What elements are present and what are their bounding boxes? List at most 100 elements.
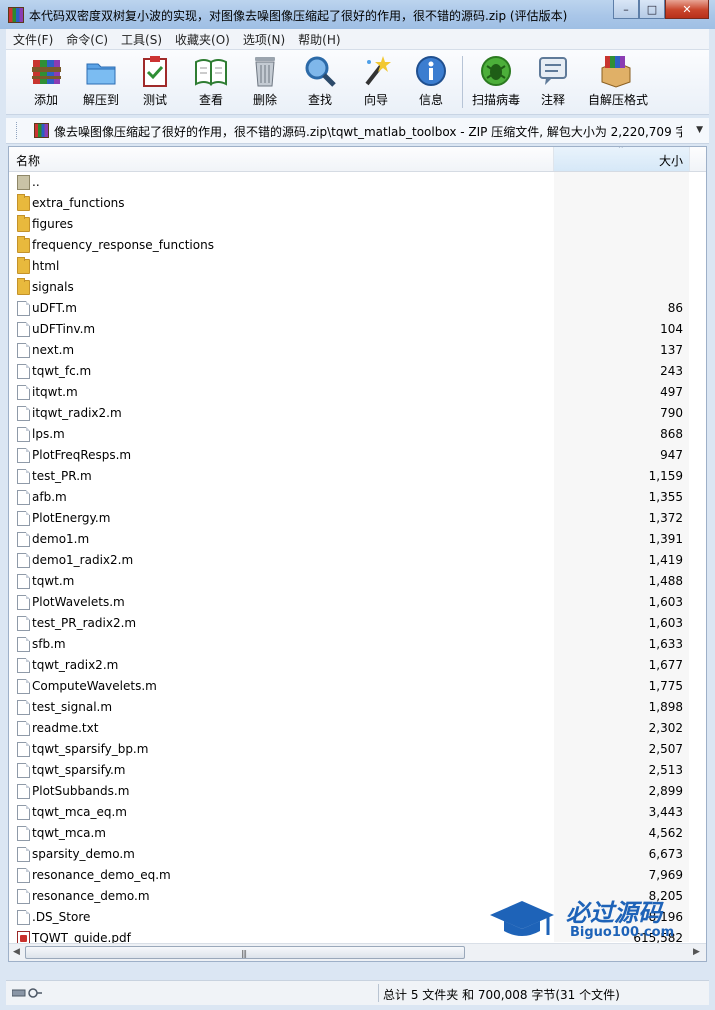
watermark-logo: 必过源码 Biguo100.com bbox=[488, 893, 698, 949]
menu-tools[interactable]: 工具(S) bbox=[114, 29, 168, 49]
table-row[interactable]: uDFT.m 86 bbox=[9, 298, 706, 319]
file-name: uDFT.m bbox=[32, 301, 77, 315]
test-button[interactable]: 测试 bbox=[127, 54, 183, 108]
table-row[interactable]: resonance_demo_eq.m 7,969 bbox=[9, 865, 706, 886]
file-size: 1,488 bbox=[648, 574, 683, 588]
virus-scan-button[interactable]: 扫描病毒 bbox=[468, 54, 524, 108]
menu-favorites[interactable]: 收藏夹(O) bbox=[168, 29, 236, 49]
table-row[interactable]: lps.m 868 bbox=[9, 424, 706, 445]
column-divider[interactable] bbox=[689, 147, 690, 171]
table-row[interactable]: tqwt_fc.m 243 bbox=[9, 361, 706, 382]
address-path[interactable]: 像去噪图像压缩起了很好的作用，很不错的源码.zip\tqwt_matlab_to… bbox=[54, 123, 682, 140]
table-row[interactable]: uDFTinv.m 104 bbox=[9, 319, 706, 340]
table-row[interactable]: figures bbox=[9, 214, 706, 235]
table-row[interactable]: html bbox=[9, 256, 706, 277]
file-name: itqwt_radix2.m bbox=[32, 406, 122, 420]
file-size: 2,302 bbox=[648, 721, 683, 735]
file-size: 1,603 bbox=[648, 595, 683, 609]
table-row[interactable]: .. bbox=[9, 172, 706, 193]
view-button[interactable]: 查看 bbox=[183, 54, 239, 108]
menu-options[interactable]: 选项(N) bbox=[236, 29, 291, 49]
table-row[interactable]: readme.txt 2,302 bbox=[9, 718, 706, 739]
file-icon bbox=[17, 784, 30, 799]
table-row[interactable]: PlotWavelets.m 1,603 bbox=[9, 592, 706, 613]
minimize-button[interactable]: – bbox=[613, 0, 639, 19]
file-name: tqwt_mca.m bbox=[32, 826, 106, 840]
table-row[interactable]: ComputeWavelets.m 1,775 bbox=[9, 676, 706, 697]
file-size: 7,969 bbox=[648, 868, 683, 882]
status-divider bbox=[378, 984, 379, 1002]
comment-button[interactable]: 注释 bbox=[525, 54, 581, 108]
folder-icon bbox=[17, 215, 30, 232]
file-icon bbox=[17, 616, 30, 631]
table-row[interactable]: test_PR.m 1,159 bbox=[9, 466, 706, 487]
maximize-button[interactable]: □ bbox=[639, 0, 665, 19]
file-name: next.m bbox=[32, 343, 75, 357]
winrar-app-icon bbox=[8, 7, 24, 23]
file-size: 1,355 bbox=[648, 490, 683, 504]
table-row[interactable]: tqwt_radix2.m 1,677 bbox=[9, 655, 706, 676]
table-row[interactable]: test_signal.m 1,898 bbox=[9, 697, 706, 718]
file-size: 6,673 bbox=[648, 847, 683, 861]
table-row[interactable]: PlotSubbands.m 2,899 bbox=[9, 781, 706, 802]
file-icon bbox=[17, 910, 30, 925]
file-name: tqwt_radix2.m bbox=[32, 658, 119, 672]
table-row[interactable]: tqwt_mca_eq.m 3,443 bbox=[9, 802, 706, 823]
delete-button[interactable]: 删除 bbox=[237, 54, 293, 108]
toolbar-separator bbox=[462, 56, 463, 108]
file-size: 243 bbox=[660, 364, 683, 378]
table-row[interactable]: sfb.m 1,633 bbox=[9, 634, 706, 655]
table-row[interactable]: frequency_response_functions bbox=[9, 235, 706, 256]
chevron-down-icon[interactable]: ▼ bbox=[696, 125, 703, 135]
table-row[interactable]: PlotFreqResps.m 947 bbox=[9, 445, 706, 466]
file-name: uDFTinv.m bbox=[32, 322, 96, 336]
title-bar[interactable]: 本代码双密度双树复小波的实现，对图像去噪图像压缩起了很好的作用，很不错的源码.z… bbox=[0, 0, 715, 29]
table-row[interactable]: tqwt.m 1,488 bbox=[9, 571, 706, 592]
table-row[interactable]: afb.m 1,355 bbox=[9, 487, 706, 508]
virus-scan-label: 扫描病毒 bbox=[471, 93, 520, 107]
table-row[interactable]: signals bbox=[9, 277, 706, 298]
scroll-left-icon[interactable]: ◀ bbox=[13, 947, 20, 957]
table-row[interactable]: itqwt_radix2.m 790 bbox=[9, 403, 706, 424]
table-row[interactable]: tqwt_mca.m 4,562 bbox=[9, 823, 706, 844]
extract-to-label: 解压到 bbox=[82, 93, 119, 107]
table-row[interactable]: tqwt_sparsify_bp.m 2,507 bbox=[9, 739, 706, 760]
info-button[interactable]: 信息 bbox=[403, 54, 459, 108]
file-icon bbox=[17, 595, 30, 610]
file-name: afb.m bbox=[32, 490, 67, 504]
table-row[interactable]: tqwt_sparsify.m 2,513 bbox=[9, 760, 706, 781]
table-row[interactable]: test_PR_radix2.m 1,603 bbox=[9, 613, 706, 634]
menu-help[interactable]: 帮助(H) bbox=[291, 29, 346, 49]
close-button[interactable]: ✕ bbox=[665, 0, 709, 19]
menu-file[interactable]: 文件(F) bbox=[6, 29, 59, 49]
virus-scan-icon bbox=[479, 54, 513, 88]
drive-key-icon[interactable] bbox=[12, 987, 42, 999]
column-header-name[interactable]: 名称 bbox=[16, 152, 40, 169]
file-icon bbox=[17, 700, 30, 715]
file-name: sparsity_demo.m bbox=[32, 847, 135, 861]
sfx-label: 自解压格式 bbox=[588, 93, 649, 107]
file-icon bbox=[17, 385, 30, 400]
table-row[interactable]: demo1_radix2.m 1,419 bbox=[9, 550, 706, 571]
add-button[interactable]: 添加 bbox=[18, 54, 74, 108]
table-row[interactable]: sparsity_demo.m 6,673 bbox=[9, 844, 706, 865]
table-row[interactable]: PlotEnergy.m 1,372 bbox=[9, 508, 706, 529]
file-icon bbox=[17, 532, 30, 547]
winrar-window: 本代码双密度双树复小波的实现，对图像去噪图像压缩起了很好的作用，很不错的源码.z… bbox=[0, 0, 715, 1010]
address-bar[interactable]: 像去噪图像压缩起了很好的作用，很不错的源码.zip\tqwt_matlab_to… bbox=[6, 118, 709, 144]
scroll-thumb[interactable]: ||| bbox=[25, 946, 465, 959]
table-row[interactable]: next.m 137 bbox=[9, 340, 706, 361]
extract-to-button[interactable]: 解压到 bbox=[73, 54, 129, 108]
table-row[interactable]: extra_functions bbox=[9, 193, 706, 214]
file-list[interactable]: 名称 ⌃ 大小 .. extra_functions figures frequenc… bbox=[8, 146, 707, 962]
table-row[interactable]: itqwt.m 497 bbox=[9, 382, 706, 403]
table-row[interactable]: demo1.m 1,391 bbox=[9, 529, 706, 550]
find-button[interactable]: 查找 bbox=[292, 54, 348, 108]
column-header-size[interactable]: ⌃ 大小 bbox=[554, 147, 689, 171]
file-icon bbox=[17, 511, 30, 526]
sfx-button[interactable]: 自解压格式 bbox=[588, 54, 649, 108]
file-size: 1,391 bbox=[648, 532, 683, 546]
wizard-button[interactable]: 向导 bbox=[348, 54, 404, 108]
parent-folder-icon bbox=[17, 175, 30, 190]
menu-commands[interactable]: 命令(C) bbox=[59, 29, 114, 49]
